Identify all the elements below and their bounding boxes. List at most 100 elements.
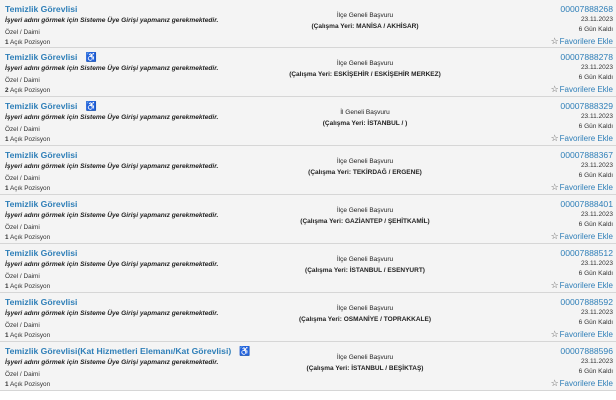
job-title-link[interactable]: Temizlik Görevlisi(Kat Hizmetleri Eleman… <box>5 346 250 357</box>
days-left: 6 Gün Kaldı <box>578 74 613 81</box>
job-list: Temizlik Görevlisi♿ İşyeri adını görmek … <box>0 0 616 391</box>
open-positions: 1 Açık Pozisyon <box>5 381 50 388</box>
application-info: İlçe Geneli Başvuru (Çalışma Yeri: OSMAN… <box>270 303 460 325</box>
job-date: 23.11.2023 <box>580 309 613 316</box>
positions-label: Açık Pozisyon <box>10 332 51 339</box>
contract-type: Özel / Daimi <box>5 175 40 182</box>
days-left: 6 Gün Kaldı <box>578 319 613 326</box>
application-scope: İlçe Geneli Başvuru <box>336 207 394 214</box>
job-meta: 00007888268 23.11.2023 6 Gün Kaldı ☆Favo… <box>503 3 613 48</box>
open-positions: 2 Açık Pozisyon <box>5 87 50 94</box>
job-meta: 00007888592 23.11.2023 6 Gün Kaldı ☆Favo… <box>503 296 613 341</box>
star-icon: ☆ <box>550 378 559 388</box>
open-positions: 1 Açık Pozisyon <box>5 39 50 46</box>
login-warning: İşyeri adını görmek için Sisteme Üye Gir… <box>5 310 219 317</box>
positions-label: Açık Pozisyon <box>10 39 51 46</box>
application-info: İlçe Geneli Başvuru (Çalışma Yeri: İSTAN… <box>270 254 460 276</box>
job-title-link[interactable]: Temizlik Görevlisi♿ <box>5 248 77 258</box>
login-warning: İşyeri adını görmek için Sisteme Üye Gir… <box>5 359 219 366</box>
login-warning: İşyeri adını görmek için Sisteme Üye Gir… <box>5 114 219 121</box>
job-row: Temizlik Görevlisi♿ İşyeri adını görmek … <box>0 48 616 97</box>
positions-label: Açık Pozisyon <box>10 136 51 143</box>
login-warning: İşyeri adını görmek için Sisteme Üye Gir… <box>5 163 219 170</box>
job-meta: 00007888367 23.11.2023 6 Gün Kaldı ☆Favo… <box>503 149 613 194</box>
job-meta: 00007888512 23.11.2023 6 Gün Kaldı ☆Favo… <box>503 247 613 292</box>
application-scope: İlçe Geneli Başvuru <box>336 60 394 67</box>
contract-type: Özel / Daimi <box>5 224 40 231</box>
application-info: İl Geneli Başvuru (Çalışma Yeri: İSTANBU… <box>270 107 460 129</box>
days-left: 6 Gün Kaldı <box>578 221 613 228</box>
job-row: Temizlik Görevlisi♿ İşyeri adını görmek … <box>0 0 616 48</box>
job-row: Temizlik Görevlisi♿ İşyeri adını görmek … <box>0 293 616 342</box>
application-scope: İlçe Geneli Başvuru <box>336 305 394 312</box>
job-code-link[interactable]: 00007888278 <box>503 51 613 63</box>
contract-type: Özel / Daimi <box>5 29 40 36</box>
job-meta: 00007888401 23.11.2023 6 Gün Kaldı ☆Favo… <box>503 198 613 243</box>
positions-label: Açık Pozisyon <box>10 234 51 241</box>
job-meta: 00007888596 23.11.2023 6 Gün Kaldı ☆Favo… <box>503 345 613 390</box>
star-icon: ☆ <box>550 329 559 339</box>
job-code-link[interactable]: 00007888367 <box>503 149 613 161</box>
login-warning: İşyeri adını görmek için Sisteme Üye Gir… <box>5 65 219 72</box>
work-location: (Çalışma Yeri: TEKİRDAĞ / ERGENE) <box>308 169 422 176</box>
job-date: 23.11.2023 <box>580 260 613 267</box>
application-info: İlçe Geneli Başvuru (Çalışma Yeri: MANİS… <box>270 10 460 32</box>
days-left: 6 Gün Kaldı <box>578 26 613 33</box>
positions-count: 1 <box>5 136 9 143</box>
job-code-link[interactable]: 00007888592 <box>503 296 613 308</box>
days-left: 6 Gün Kaldı <box>578 368 613 375</box>
job-code-link[interactable]: 00007888401 <box>503 198 613 210</box>
star-icon: ☆ <box>550 133 559 143</box>
job-title-link[interactable]: Temizlik Görevlisi♿ <box>5 101 97 112</box>
contract-type: Özel / Daimi <box>5 273 40 280</box>
add-to-favorites-button[interactable]: ☆Favorilere Ekle <box>503 132 613 145</box>
star-icon: ☆ <box>550 231 559 241</box>
open-positions: 1 Açık Pozisyon <box>5 283 50 290</box>
positions-label: Açık Pozisyon <box>10 381 51 388</box>
job-date: 23.11.2023 <box>580 358 613 365</box>
job-code-link[interactable]: 00007888596 <box>503 345 613 357</box>
work-location: (Çalışma Yeri: OSMANİYE / TOPRAKKALE) <box>299 316 431 323</box>
job-title-link[interactable]: Temizlik Görevlisi♿ <box>5 52 97 63</box>
job-title-link[interactable]: Temizlik Görevlisi♿ <box>5 150 77 160</box>
positions-count: 1 <box>5 234 9 241</box>
job-title-link[interactable]: Temizlik Görevlisi♿ <box>5 4 77 14</box>
open-positions: 1 Açık Pozisyon <box>5 136 50 143</box>
add-to-favorites-button[interactable]: ☆Favorilere Ekle <box>503 377 613 390</box>
contract-type: Özel / Daimi <box>5 126 40 133</box>
contract-type: Özel / Daimi <box>5 77 40 84</box>
positions-label: Açık Pozisyon <box>10 283 51 290</box>
add-to-favorites-button[interactable]: ☆Favorilere Ekle <box>503 35 613 48</box>
add-to-favorites-button[interactable]: ☆Favorilere Ekle <box>503 230 613 243</box>
job-date: 23.11.2023 <box>580 162 613 169</box>
job-row: Temizlik Görevlisi♿ İşyeri adını görmek … <box>0 244 616 293</box>
positions-label: Açık Pozisyon <box>10 87 51 94</box>
star-icon: ☆ <box>550 84 559 94</box>
add-to-favorites-button[interactable]: ☆Favorilere Ekle <box>503 181 613 194</box>
open-positions: 1 Açık Pozisyon <box>5 332 50 339</box>
add-to-favorites-button[interactable]: ☆Favorilere Ekle <box>503 83 613 96</box>
job-code-link[interactable]: 00007888512 <box>503 247 613 259</box>
work-location: (Çalışma Yeri: MANİSA / AKHİSAR) <box>311 23 419 30</box>
positions-count: 1 <box>5 381 9 388</box>
job-code-link[interactable]: 00007888329 <box>503 100 613 112</box>
job-date: 23.11.2023 <box>580 64 613 71</box>
accessibility-icon: ♿ <box>85 52 97 62</box>
positions-count: 1 <box>5 185 9 192</box>
job-row: Temizlik Görevlisi♿ İşyeri adını görmek … <box>0 97 616 146</box>
job-title-link[interactable]: Temizlik Görevlisi♿ <box>5 199 77 209</box>
add-to-favorites-button[interactable]: ☆Favorilere Ekle <box>503 328 613 341</box>
job-title-link[interactable]: Temizlik Görevlisi♿ <box>5 297 77 307</box>
application-scope: İlçe Geneli Başvuru <box>336 354 394 361</box>
application-info: İlçe Geneli Başvuru (Çalışma Yeri: İSTAN… <box>270 352 460 374</box>
login-warning: İşyeri adını görmek için Sisteme Üye Gir… <box>5 212 219 219</box>
work-location: (Çalışma Yeri: İSTANBUL / BEŞİKTAŞ) <box>306 365 424 372</box>
accessibility-icon: ♿ <box>85 101 97 111</box>
login-warning: İşyeri adını görmek için Sisteme Üye Gir… <box>5 261 219 268</box>
open-positions: 1 Açık Pozisyon <box>5 234 50 241</box>
contract-type: Özel / Daimi <box>5 322 40 329</box>
add-to-favorites-button[interactable]: ☆Favorilere Ekle <box>503 279 613 292</box>
job-meta: 00007888329 23.11.2023 6 Gün Kaldı ☆Favo… <box>503 100 613 145</box>
job-code-link[interactable]: 00007888268 <box>503 3 613 15</box>
login-warning: İşyeri adını görmek için Sisteme Üye Gir… <box>5 17 219 24</box>
